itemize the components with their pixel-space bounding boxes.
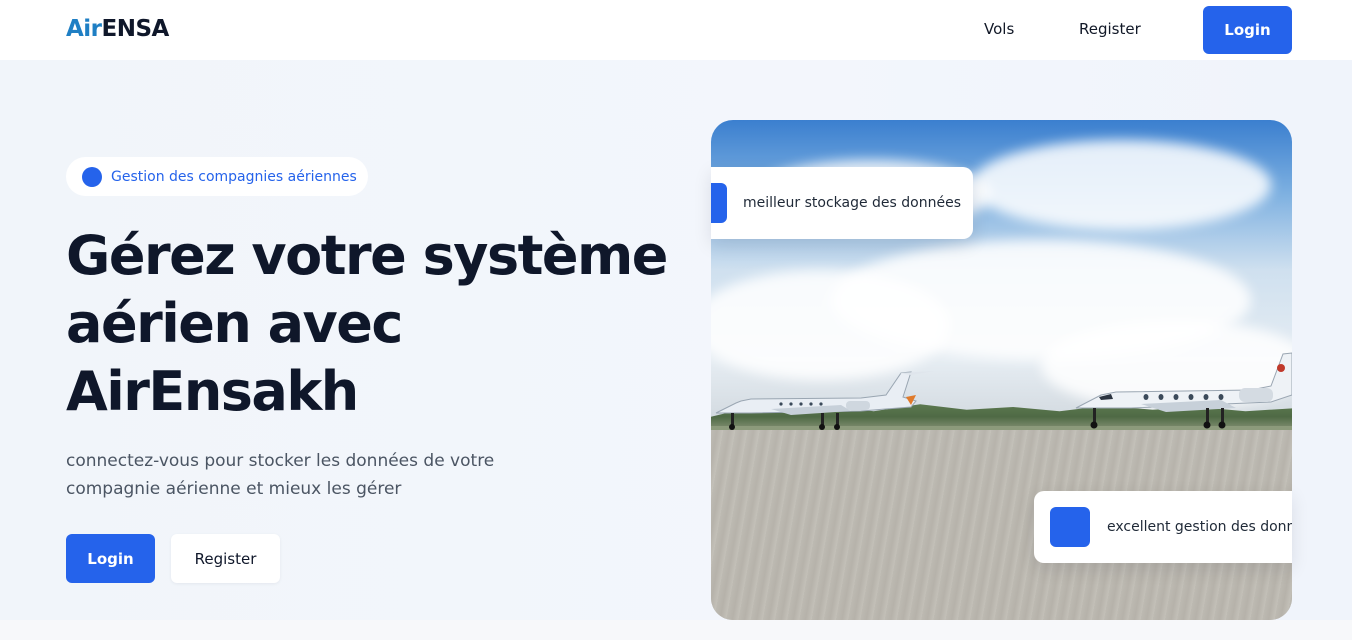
hero-badge: Gestion des compagnies aériennes <box>66 157 368 196</box>
cloud-shape <box>971 140 1271 230</box>
card-square-icon <box>1050 507 1090 547</box>
hero-headline: Gérez votre système aérien avec AirEnsak… <box>66 222 668 426</box>
nav-login-button[interactable]: Login <box>1203 6 1292 54</box>
nav-link-vols[interactable]: Vols <box>984 20 1014 38</box>
card-square-icon <box>711 183 727 223</box>
cloud-shape <box>711 270 951 380</box>
hero-register-button[interactable]: Register <box>171 534 280 583</box>
jet-right-icon <box>1075 352 1292 429</box>
hero-subtext: connectez-vous pour stocker les données … <box>66 451 495 499</box>
info-card-storage: meilleur stockage des données <box>711 167 973 239</box>
headline-line-2: aérien avec <box>66 292 403 355</box>
info-card-storage-text: meilleur stockage des données <box>743 195 962 211</box>
badge-label: Gestion des compagnies aériennes <box>111 168 357 185</box>
headline-line-3: AirEnsakh <box>66 360 359 423</box>
logo-ensa: ENSA <box>101 16 170 42</box>
headline-line-1: Gérez votre système <box>66 224 668 287</box>
top-navbar: AirENSA Vols Register Login <box>0 0 1352 60</box>
brand-logo[interactable]: AirENSA <box>66 16 169 42</box>
nav-link-register[interactable]: Register <box>1079 20 1141 38</box>
info-card-management: excellent gestion des donnés <box>1034 491 1292 563</box>
jet-left-icon <box>715 371 935 430</box>
hero-login-button[interactable]: Login <box>66 534 155 583</box>
info-card-management-text: excellent gestion des donnés <box>1107 519 1292 535</box>
section-divider <box>0 620 1352 640</box>
badge-dot-icon <box>82 166 102 187</box>
logo-air: Air <box>66 16 102 42</box>
